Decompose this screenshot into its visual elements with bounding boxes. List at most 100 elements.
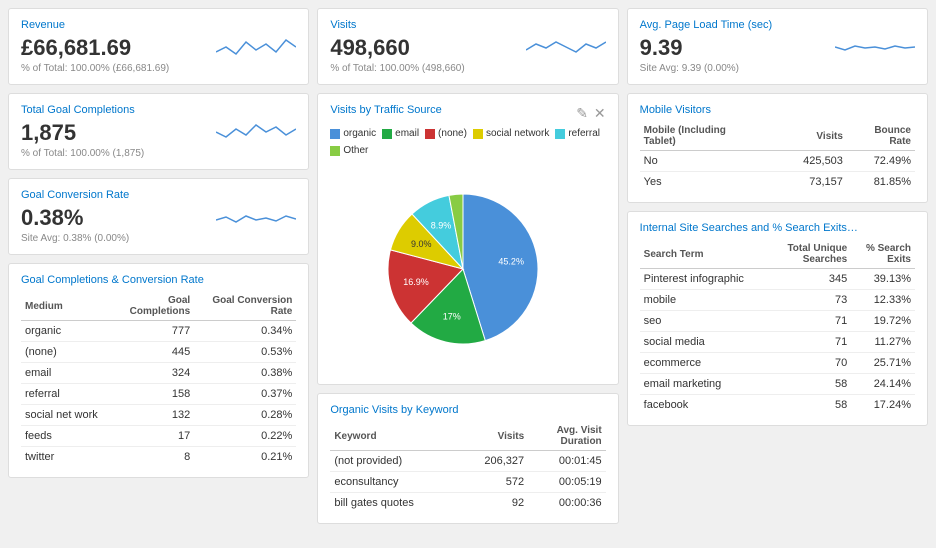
searches-cell: 58 (770, 374, 851, 395)
table-row: econsultancy57200:05:19 (330, 472, 605, 493)
exits-cell: 12.33% (851, 290, 915, 311)
table-row: feeds170.22% (21, 426, 296, 447)
page-load-value: 9.39 (640, 35, 835, 61)
goal-completions-title: Total Goal Completions (21, 104, 216, 116)
visits-value: 498,660 (330, 35, 525, 61)
revenue-metric: Revenue £66,681.69 % of Total: 100.00% (… (21, 19, 216, 74)
term-cell: facebook (640, 395, 770, 416)
organic-label: organic (343, 128, 376, 139)
duration-cell: 00:01:45 (528, 451, 606, 472)
table-row: ecommerce7025.71% (640, 353, 915, 374)
page-load-sparkline (835, 32, 915, 62)
completions-cell: 8 (115, 447, 195, 468)
keyword-col-duration: Avg. VisitDuration (528, 422, 606, 451)
keyword-table: Keyword Visits Avg. VisitDuration (not p… (330, 422, 605, 513)
mobile-card: Mobile Visitors Mobile (IncludingTablet)… (627, 93, 928, 203)
duration-cell: 00:00:36 (528, 493, 606, 514)
email-label: email (395, 128, 419, 139)
search-col-term: Search Term (640, 240, 770, 269)
goal-completions-metric: Total Goal Completions 1,875 % of Total:… (21, 104, 216, 159)
visits-cell: 73,157 (775, 172, 847, 193)
traffic-actions[interactable]: ✎ ✕ (576, 105, 605, 122)
table-row: No425,50372.49% (640, 151, 915, 172)
pie-label-4: 8.9% (431, 220, 452, 230)
visits-cell: 425,503 (775, 151, 847, 172)
keyword-title: Organic Visits by Keyword (330, 404, 605, 416)
keyword-col-visits: Visits (458, 422, 528, 451)
rate-cell: 0.34% (194, 321, 296, 342)
revenue-card: Revenue £66,681.69 % of Total: 100.00% (… (8, 8, 309, 85)
completions-cell: 158 (115, 384, 195, 405)
visits-cell: 92 (458, 493, 528, 514)
rate-cell: 0.37% (194, 384, 296, 405)
goals-col-completions: GoalCompletions (115, 292, 195, 321)
table-row: referral1580.37% (21, 384, 296, 405)
completions-cell: 445 (115, 342, 195, 363)
goal-conversion-value: 0.38% (21, 205, 216, 231)
dashboard: Revenue £66,681.69 % of Total: 100.00% (… (0, 0, 936, 548)
visits-subtitle: % of Total: 100.00% (498,660) (330, 63, 525, 74)
referral-dot (555, 129, 565, 139)
legend-email: email (382, 128, 419, 139)
searches-cell: 70 (770, 353, 851, 374)
medium-cell: feeds (21, 426, 115, 447)
visits-card: Visits 498,660 % of Total: 100.00% (498,… (317, 8, 618, 85)
rate-cell: 0.28% (194, 405, 296, 426)
edit-icon[interactable]: ✎ (576, 105, 588, 122)
medium-cell: twitter (21, 447, 115, 468)
searches-cell: 58 (770, 395, 851, 416)
table-row: bill gates quotes9200:00:36 (330, 493, 605, 514)
bounce-cell: 72.49% (847, 151, 915, 172)
bounce-cell: 81.85% (847, 172, 915, 193)
medium-cell: social net work (21, 405, 115, 426)
term-cell: email marketing (640, 374, 770, 395)
goals-table-title: Goal Completions & Conversion Rate (21, 274, 296, 286)
other-dot (330, 146, 340, 156)
email-dot (382, 129, 392, 139)
type-cell: No (640, 151, 776, 172)
traffic-title: Visits by Traffic Source (330, 104, 441, 116)
goal-conversion-title: Goal Conversion Rate (21, 189, 216, 201)
goals-col-medium: Medium (21, 292, 115, 321)
legend-social: social network (473, 128, 549, 139)
completions-cell: 777 (115, 321, 195, 342)
other-label: Other (343, 145, 368, 156)
legend-organic: organic (330, 128, 376, 139)
revenue-subtitle: % of Total: 100.00% (£66,681.69) (21, 63, 216, 74)
table-row: Pinterest infographic34539.13% (640, 269, 915, 290)
table-row: seo7119.72% (640, 311, 915, 332)
legend-other: Other (330, 145, 368, 156)
table-row: organic7770.34% (21, 321, 296, 342)
medium-cell: referral (21, 384, 115, 405)
mobile-col-visits: Visits (775, 122, 847, 151)
visits-metric: Visits 498,660 % of Total: 100.00% (498,… (330, 19, 525, 74)
table-row: mobile7312.33% (640, 290, 915, 311)
close-icon[interactable]: ✕ (594, 105, 606, 122)
medium-cell: organic (21, 321, 115, 342)
exits-cell: 24.14% (851, 374, 915, 395)
visits-sparkline (526, 32, 606, 62)
rate-cell: 0.53% (194, 342, 296, 363)
left-column: Revenue £66,681.69 % of Total: 100.00% (… (8, 8, 309, 524)
table-row: twitter80.21% (21, 447, 296, 468)
revenue-value: £66,681.69 (21, 35, 216, 61)
searches-cell: 71 (770, 311, 851, 332)
pie-label-0: 45.2% (498, 257, 524, 267)
page-load-card: Avg. Page Load Time (sec) 9.39 Site Avg:… (627, 8, 928, 85)
legend-none: (none) (425, 128, 467, 139)
search-card: Internal Site Searches and % Search Exit… (627, 211, 928, 426)
goal-completions-subtitle: % of Total: 100.00% (1,875) (21, 148, 216, 159)
table-row: (not provided)206,32700:01:45 (330, 451, 605, 472)
page-load-subtitle: Site Avg: 9.39 (0.00%) (640, 63, 835, 74)
rate-cell: 0.22% (194, 426, 296, 447)
right-column: Avg. Page Load Time (sec) 9.39 Site Avg:… (627, 8, 928, 524)
table-row: Yes73,15781.85% (640, 172, 915, 193)
none-label: (none) (438, 128, 467, 139)
exits-cell: 39.13% (851, 269, 915, 290)
keyword-cell: bill gates quotes (330, 493, 458, 514)
pie-chart: 45.2%17%16.9%9.0%8.9% (368, 174, 568, 364)
referral-label: referral (568, 128, 600, 139)
mobile-title: Mobile Visitors (640, 104, 915, 116)
searches-cell: 345 (770, 269, 851, 290)
revenue-title: Revenue (21, 19, 216, 31)
